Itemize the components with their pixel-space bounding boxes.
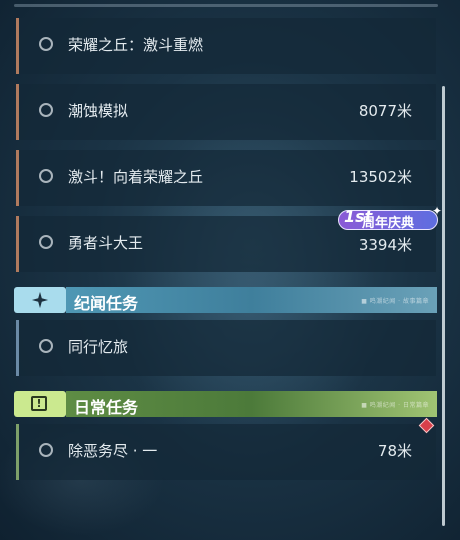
quest-distance: 13502米 [349,168,412,186]
quest-item-2[interactable]: 潮蚀模拟 8077米 [16,84,436,140]
quest-name: 荣耀之丘：激斗重燃 [68,36,204,54]
alert-box-icon: ! [31,396,47,411]
quest-accent-bar [16,150,19,206]
quest-status-circle-icon [39,235,53,249]
quest-item-3[interactable]: 激斗！向着荣耀之丘 13502米 [16,150,436,206]
section-header-legend[interactable]: ■ 鸣潮纪闻 · 故事篇章 纪闻任务 [14,287,437,313]
quest-item-1[interactable]: 荣耀之丘：激斗重燃 [16,18,436,74]
quest-name: 除恶务尽 · 一 [68,442,158,460]
quest-item-legend-1[interactable]: 同行忆旅 [16,320,436,376]
quest-name: 潮蚀模拟 [68,102,129,120]
scrollbar[interactable] [442,86,445,526]
quest-accent-bar [16,18,19,74]
section-title: 纪闻任务 [74,294,139,313]
quest-name: 同行忆旅 [68,338,129,356]
section-icon-tag: ! [14,391,66,417]
quest-accent-bar [16,84,19,140]
quest-name: 勇者斗大王 [68,234,144,252]
anniversary-label: 周年庆典 [362,216,415,231]
sparkle-star-icon [31,291,49,309]
sparkle-icon: ✦ [431,204,442,218]
quest-item-daily-1[interactable]: 除恶务尽 · 一 78米 [16,424,436,480]
quest-status-circle-icon [39,339,53,353]
quest-accent-bar [16,424,19,480]
quest-status-circle-icon [39,443,53,457]
quest-distance: 3394米 [358,236,412,254]
quest-name: 激斗！向着荣耀之丘 [68,168,204,186]
section-mini-text: ■ 鸣潮纪闻 · 故事篇章 [361,298,429,305]
quest-accent-bar [16,216,19,272]
section-mini-text: ■ 鸣潮纪闻 · 日常篇章 [361,402,429,409]
list-top-divider [14,4,438,7]
section-title: 日常任务 [74,398,139,417]
anniversary-badge[interactable]: 1st 周年庆典 ✦ [338,204,442,232]
section-header-daily[interactable]: ! ■ 鸣潮纪闻 · 日常篇章 日常任务 [14,391,437,417]
quest-status-circle-icon [39,169,53,183]
quest-distance: 78米 [377,442,412,460]
quest-distance: 8077米 [358,102,412,120]
quest-status-circle-icon [39,37,53,51]
section-icon-tag [14,287,66,313]
quest-status-circle-icon [39,103,53,117]
quest-accent-bar [16,320,19,376]
